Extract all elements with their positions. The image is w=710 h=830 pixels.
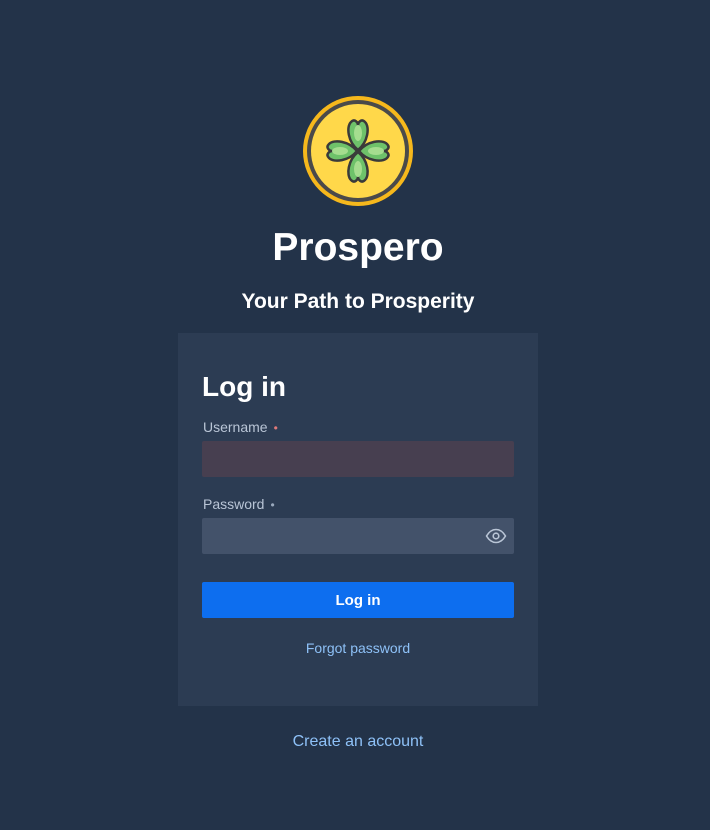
login-button[interactable]: Log in [202, 582, 514, 618]
password-label: Password • [203, 496, 275, 513]
logo-clover-icon [303, 96, 413, 206]
username-input[interactable] [202, 441, 514, 477]
eye-icon[interactable] [485, 527, 507, 545]
forgot-password-link[interactable]: Forgot password [178, 640, 538, 656]
app-tagline: Your Path to Prosperity [241, 290, 475, 313]
password-input[interactable] [202, 518, 514, 554]
password-label-text: Password [203, 496, 265, 512]
app-name: Prospero [272, 226, 444, 269]
username-label-text: Username [203, 419, 268, 435]
password-required-marker: • [270, 498, 275, 512]
username-label: Username • [203, 419, 278, 436]
login-page: Prospero Your Path to Prosperity Log in … [0, 0, 710, 830]
login-title: Log in [202, 371, 286, 402]
create-account-link[interactable]: Create an account [0, 733, 710, 751]
login-card: Log in Username • Password • Log in Forgot… [178, 333, 538, 706]
username-required-marker: • [273, 421, 278, 435]
